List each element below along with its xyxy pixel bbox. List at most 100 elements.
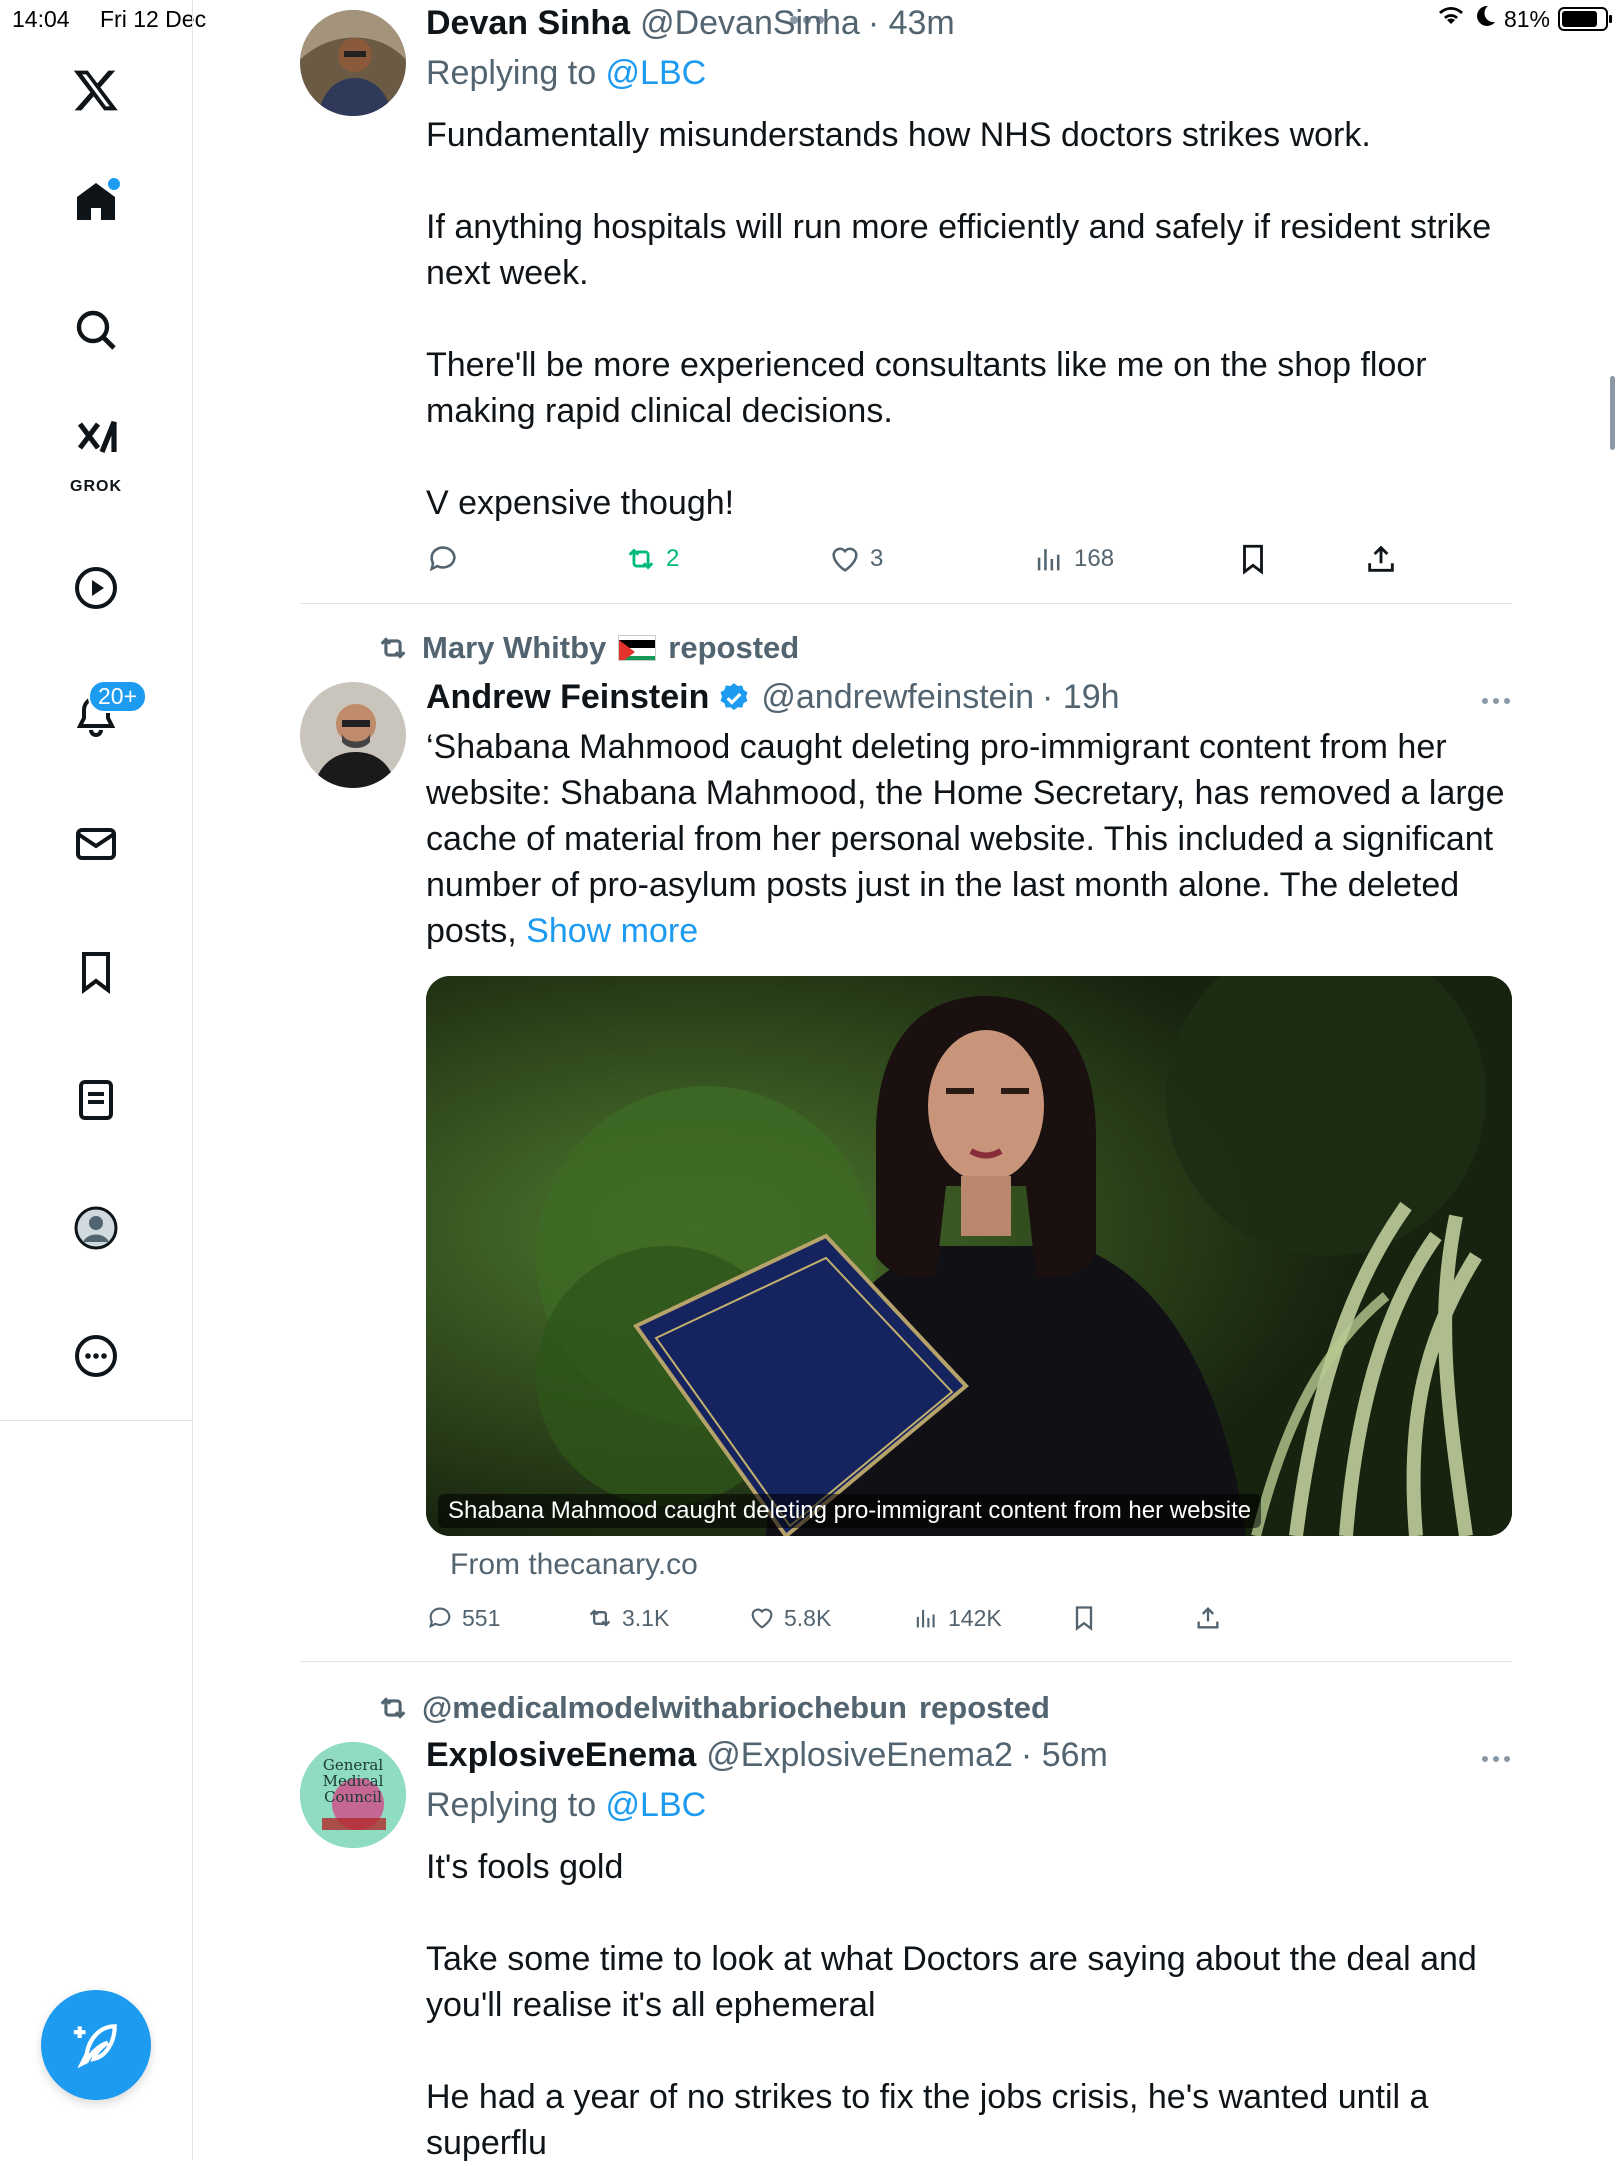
post-time[interactable]: · 43m [868,4,955,43]
repost-button[interactable]: 3.1K [586,1604,669,1632]
avatar-explosiveenema[interactable]: General Medical Council [300,1742,406,1848]
author-handle[interactable]: @ExplosiveEnema2 [706,1736,1013,1775]
replying-to-link[interactable]: @LBC [606,1786,707,1824]
post-header: Devan Sinha @DevanSinha · 43m [426,4,955,43]
card-caption: Shabana Mahmood caught deleting pro-immi… [438,1494,1262,1528]
compose-post-button[interactable] [41,1990,151,2100]
post-more-icon[interactable] [1482,1756,1510,1762]
reply-count: 551 [462,1604,501,1631]
post-text: It's fools gold Take some time to look a… [426,1844,1516,2166]
reply-icon [429,1607,451,1629]
replying-to-label: Replying to [426,1786,606,1824]
link-card-image[interactable]: Shabana Mahmood caught deleting pro-immi… [426,976,1512,1536]
notifications-bell-icon[interactable]: 20+ [46,666,148,766]
post-devan-sinha[interactable]: Devan Sinha @DevanSinha · 43m Replying t… [300,0,1512,600]
analytics-icon [916,1609,935,1628]
show-more-link[interactable]: Show more [526,912,698,950]
card-source[interactable]: From thecanary.co [450,1548,698,1582]
author-handle[interactable]: @DevanSinha [640,4,860,43]
repost-attribution: Mary Whitby reposted [376,630,799,666]
repost-by[interactable]: Mary Whitby [422,630,606,666]
analytics-icon [1037,549,1060,571]
post-actions: 2 3 168 [426,542,1512,582]
x-logo-icon[interactable] [46,40,146,140]
verified-badge-icon [720,682,748,710]
heart-icon [751,1608,773,1629]
post-time[interactable]: · 56m [1021,1736,1108,1775]
replying-to-label: Replying to [426,54,606,92]
reply-icon [429,546,456,572]
bookmarks-icon[interactable] [46,922,146,1022]
post-text: ‘Shabana Mahmood caught deleting pro-imm… [426,724,1516,954]
avatar-devan-sinha[interactable] [300,10,406,116]
share-icon [1368,545,1394,572]
like-count: 5.8K [784,1604,832,1631]
sidebar: GROK 20+ [0,0,193,2160]
views-button[interactable]: 168 [1032,542,1114,576]
bookmark-button[interactable] [1236,542,1270,576]
author-name[interactable]: ExplosiveEnema [426,1736,696,1775]
post-paragraph: He had a year of no strikes to fix the j… [426,2078,1429,2162]
repost-suffix: reposted [918,1690,1050,1725]
post-header: Andrew Feinstein @andrewfeinstein · 19h [426,678,1120,717]
search-icon[interactable] [46,280,146,380]
post-andrew-feinstein[interactable]: Mary Whitby reposted Andrew Feinstein @a… [300,604,1512,1662]
author-handle[interactable]: @andrewfeinstein [761,678,1034,717]
grok-label: GROK [70,478,122,495]
post-explosiveenema[interactable]: @medicalmodelwithabriochebun reposted Ge… [300,1662,1512,2162]
article-photo [426,976,1512,1536]
repost-by[interactable]: @medicalmodelwithabriochebun [422,1690,907,1726]
repost-button[interactable]: 2 [624,542,679,576]
scroll-indicator[interactable] [1610,376,1615,450]
home-unread-dot [106,176,122,192]
like-count: 3 [870,545,884,572]
view-count: 142K [948,1604,1002,1631]
more-options-icon[interactable] [46,1306,146,1406]
bookmark-icon [1243,544,1263,575]
post-paragraph: Fundamentally misunderstands how NHS doc… [426,116,1371,154]
like-button[interactable]: 3 [828,542,883,576]
views-button[interactable]: 142K [912,1604,1002,1632]
battery-icon [1558,7,1612,31]
lists-icon[interactable] [46,1050,146,1150]
repost-count: 3.1K [622,1604,670,1631]
post-paragraph: It's fools gold [426,1848,624,1886]
post-paragraph: There'll be more experienced consultants… [426,346,1427,430]
repost-icon [380,1697,406,1719]
post-time[interactable]: · 19h [1042,678,1120,717]
share-icon [1197,1607,1219,1629]
bookmark-icon [1075,1606,1093,1631]
messages-icon[interactable] [46,794,146,894]
repost-suffix: reposted [668,630,800,665]
post-actions: 551 3.1K 5.8K 142K [426,1604,1512,1644]
avatar-line-3: Council [324,1788,382,1806]
share-button[interactable] [1194,1604,1222,1632]
profile-avatar-icon[interactable] [46,1178,146,1278]
repost-attribution: @medicalmodelwithabriochebun reposted [376,1690,1050,1726]
palestine-flag-icon [618,635,657,661]
like-button[interactable]: 5.8K [748,1604,831,1632]
post-paragraph: V expensive though! [426,484,735,522]
heart-icon [832,547,858,572]
avatar-andrew-feinstein[interactable] [300,682,406,788]
share-button[interactable] [1364,542,1398,576]
grok-icon[interactable]: GROK [46,400,146,500]
reply-button[interactable]: 551 [426,1604,500,1632]
video-icon[interactable] [46,538,146,638]
post-header: ExplosiveEnema @ExplosiveEnema2 · 56m [426,1736,1108,1775]
bookmark-button[interactable] [1070,1604,1098,1632]
feather-plus-icon [73,2024,117,2069]
post-text: Fundamentally misunderstands how NHS doc… [426,112,1516,526]
repost-icon [380,637,406,659]
replying-to: Replying to @LBC [426,1786,706,1825]
sidebar-divider [0,1420,192,1421]
home-icon[interactable] [46,152,146,252]
reply-button[interactable] [426,542,468,576]
post-more-icon[interactable] [1482,698,1510,704]
repost-icon [628,548,654,570]
author-name[interactable]: Devan Sinha [426,4,630,43]
replying-to-link[interactable]: @LBC [606,54,707,92]
notifications-badge: 20+ [88,680,148,713]
author-name[interactable]: Andrew Feinstein [426,678,709,717]
replying-to: Replying to @LBC [426,54,706,93]
